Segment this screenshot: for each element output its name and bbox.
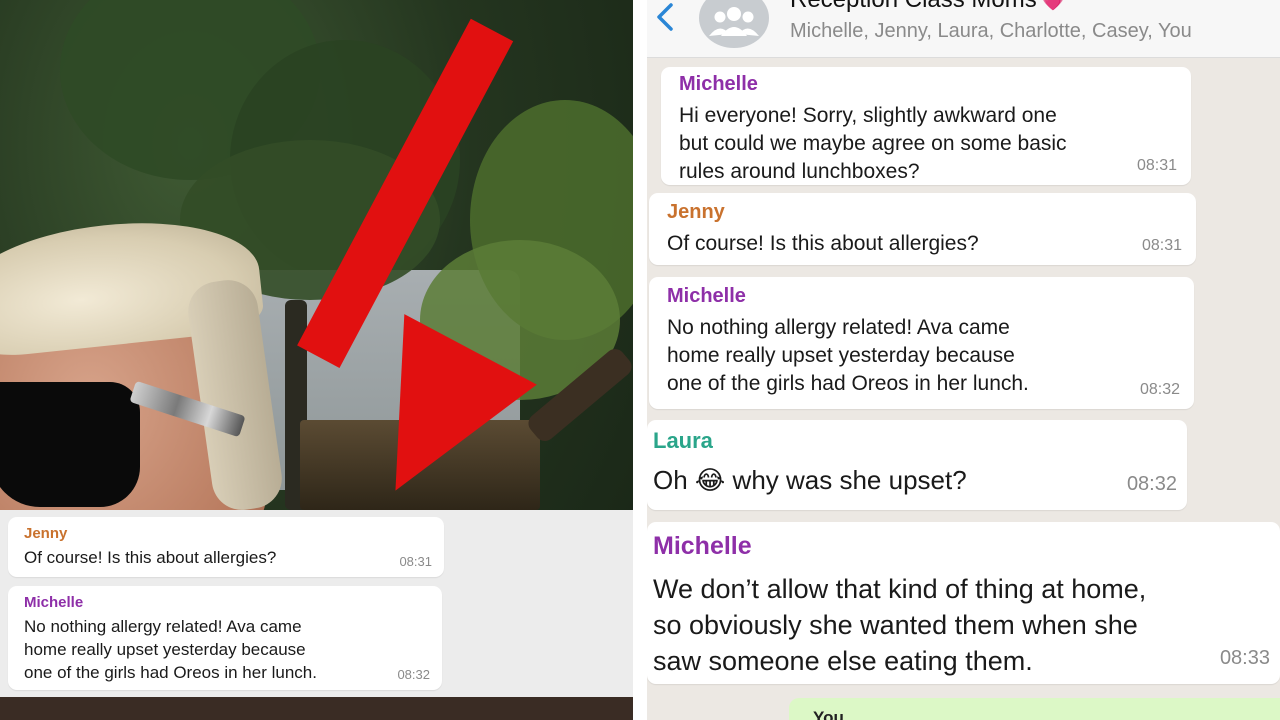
message-line: saw someone else eating them. <box>653 646 1033 676</box>
group-title[interactable]: Reception Class Moms💗 <box>790 0 1066 14</box>
message-text: Of course! Is this about allergies? <box>667 232 979 255</box>
sender-name: Michelle <box>653 532 752 560</box>
message-line: We don’t allow that kind of thing at hom… <box>653 574 1147 604</box>
photo-bottom-strip <box>0 697 633 720</box>
message-text: Oh 😂 why was she upset? <box>653 462 1181 498</box>
photo-panel: Jenny Of course! Is this about allergies… <box>0 0 633 720</box>
chat-header: Reception Class Moms💗 Michelle, Jenny, L… <box>647 0 1280 58</box>
outgoing-message-bubble[interactable]: You <box>789 698 1280 720</box>
message-line: so obviously she wanted them when she <box>653 610 1138 640</box>
message-line: but could we maybe agree on some basic <box>679 132 1067 155</box>
laughing-emoji-icon: 😂 <box>694 465 726 495</box>
message-text-before: Oh <box>653 465 688 495</box>
message-time: 08:31 <box>1141 237 1182 254</box>
sender-name: Jenny <box>24 525 68 542</box>
message-text: Of course! Is this about allergies? <box>24 548 277 567</box>
sender-name: Michelle <box>667 285 746 307</box>
message-bubble[interactable]: Jenny Of course! Is this about allergies… <box>8 517 444 577</box>
sender-name: Jenny <box>667 201 725 223</box>
sunglasses <box>0 382 140 507</box>
group-members: Michelle, Jenny, Laura, Charlotte, Casey… <box>790 20 1192 42</box>
sender-name: Laura <box>653 428 713 453</box>
message-bubble[interactable]: Michelle We don’t allow that kind of thi… <box>647 522 1280 684</box>
message-time: 08:31 <box>399 554 432 569</box>
message-line: No nothing allergy related! Ava came <box>24 617 302 636</box>
message-line: home really upset yesterday because <box>667 344 1015 367</box>
panel-divider <box>633 0 647 720</box>
message-line: No nothing allergy related! Ava came <box>667 316 1010 339</box>
group-chat-panel: Reception Class Moms💗 Michelle, Jenny, L… <box>647 0 1280 720</box>
group-name: Reception Class Moms <box>790 0 1037 13</box>
sender-name: Michelle <box>679 73 758 95</box>
message-bubble[interactable]: Michelle No nothing allergy related! Ava… <box>649 277 1194 409</box>
sender-name: You <box>813 708 844 720</box>
message-time: 08:32 <box>1139 381 1180 398</box>
message-line: one of the girls had Oreos in her lunch. <box>24 663 317 682</box>
message-bubble[interactable]: Michelle Hi everyone! Sorry, slightly aw… <box>661 67 1191 185</box>
message-line: home really upset yesterday because <box>24 640 306 659</box>
message-line: rules around lunchboxes? <box>679 160 920 183</box>
group-avatar[interactable] <box>699 0 769 48</box>
pink-heart-icon: 💗 <box>1040 0 1066 12</box>
message-line: one of the girls had Oreos in her lunch. <box>667 372 1029 395</box>
message-time: 08:33 <box>1219 647 1270 669</box>
group-people-icon <box>709 7 759 36</box>
message-time: 08:32 <box>397 667 430 682</box>
message-time: 08:32 <box>1126 473 1177 495</box>
message-text-after: why was she upset? <box>732 465 967 495</box>
sender-name: Michelle <box>24 594 84 611</box>
message-line: Hi everyone! Sorry, slightly awkward one <box>679 104 1057 127</box>
message-bubble[interactable]: Michelle No nothing allergy related! Ava… <box>8 586 442 690</box>
message-bubble[interactable]: Jenny Of course! Is this about allergies… <box>649 193 1196 265</box>
message-bubble[interactable]: Laura Oh 😂 why was she upset? 08:32 <box>647 420 1187 510</box>
back-chevron-icon[interactable] <box>653 2 679 32</box>
message-time: 08:31 <box>1136 157 1177 174</box>
